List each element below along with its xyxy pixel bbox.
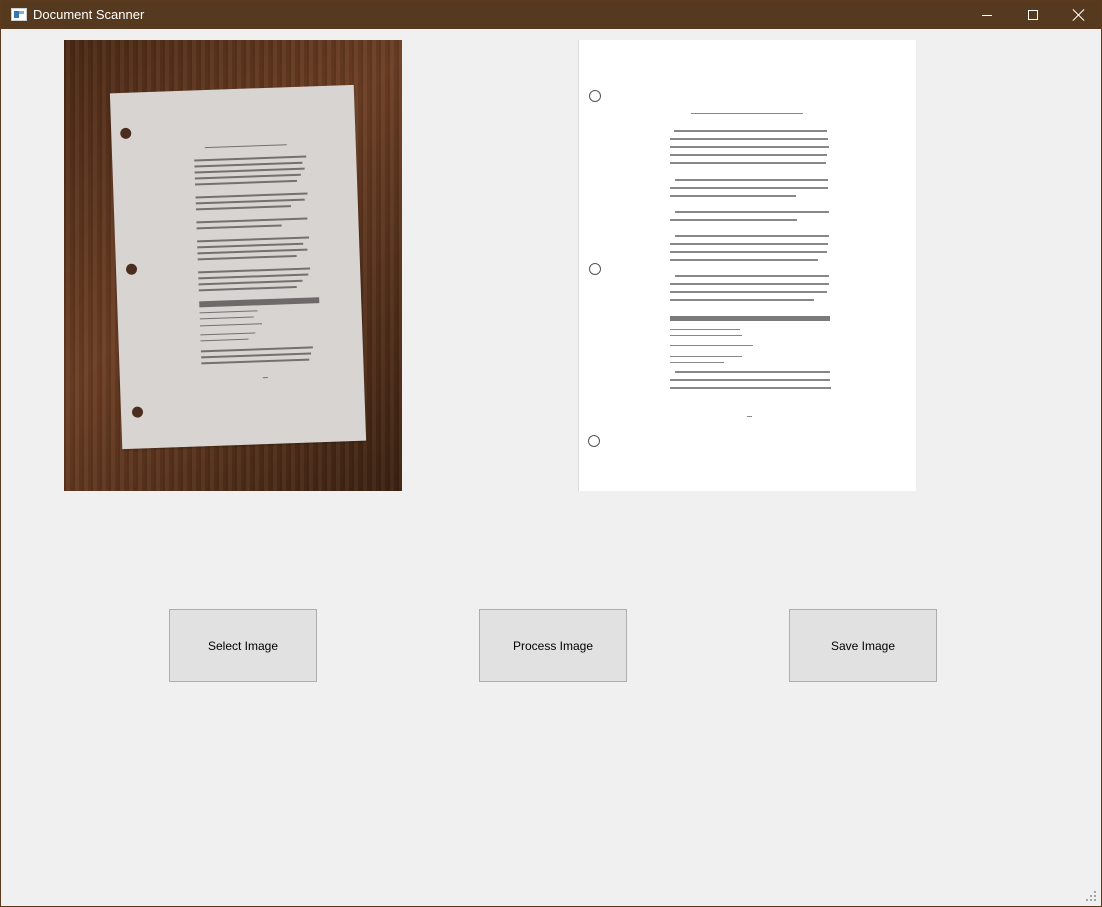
title-bar: Document Scanner bbox=[1, 1, 1101, 29]
binder-hole-icon bbox=[589, 90, 601, 102]
processed-image-preview bbox=[578, 40, 916, 491]
text-line bbox=[670, 251, 827, 253]
resize-grip-icon[interactable] bbox=[1086, 891, 1096, 901]
text-line bbox=[670, 387, 831, 389]
text-line bbox=[198, 279, 303, 286]
code-line bbox=[199, 310, 258, 314]
text-line bbox=[670, 243, 828, 245]
text-line bbox=[674, 130, 827, 132]
text-line bbox=[670, 138, 828, 140]
text-line bbox=[670, 259, 818, 261]
text-line bbox=[197, 242, 304, 249]
code-line bbox=[670, 356, 742, 357]
page-number-line bbox=[262, 377, 268, 379]
select-image-button[interactable]: Select Image bbox=[169, 609, 317, 682]
code-line bbox=[670, 345, 753, 346]
text-line bbox=[197, 248, 308, 255]
document-scanner-icon bbox=[11, 8, 27, 21]
text-line bbox=[675, 179, 828, 181]
binder-hole-icon bbox=[588, 435, 600, 447]
code-line bbox=[670, 329, 740, 330]
text-line bbox=[194, 167, 305, 174]
text-line bbox=[670, 219, 797, 221]
text-line bbox=[670, 379, 830, 381]
code-line bbox=[200, 323, 263, 327]
maximize-button[interactable] bbox=[1010, 1, 1056, 29]
text-line bbox=[195, 192, 308, 199]
original-image-preview bbox=[64, 40, 402, 491]
minimize-button[interactable] bbox=[964, 1, 1010, 29]
page-heading-line bbox=[691, 113, 803, 114]
page-heading-line bbox=[204, 144, 287, 149]
text-line bbox=[201, 358, 310, 365]
text-line bbox=[200, 346, 313, 353]
text-line bbox=[675, 371, 830, 373]
text-line bbox=[197, 236, 310, 243]
close-button[interactable] bbox=[1056, 1, 1102, 29]
binder-hole-icon bbox=[120, 127, 132, 140]
save-image-button[interactable]: Save Image bbox=[789, 609, 937, 682]
text-line bbox=[670, 283, 829, 285]
text-line bbox=[198, 273, 309, 280]
binder-hole-icon bbox=[589, 263, 601, 275]
text-line bbox=[670, 187, 828, 189]
code-header-bar bbox=[199, 297, 320, 308]
code-line bbox=[200, 338, 249, 342]
text-line bbox=[195, 179, 298, 186]
text-line bbox=[670, 291, 827, 293]
text-line bbox=[195, 205, 291, 211]
code-line bbox=[200, 332, 256, 336]
document-scanner-window: Document Scanner Select Image Process Im… bbox=[0, 0, 1102, 907]
text-line bbox=[197, 254, 297, 261]
photographed-document-page bbox=[109, 84, 367, 450]
text-line bbox=[675, 275, 829, 277]
code-line bbox=[670, 362, 724, 363]
code-header-bar bbox=[670, 316, 830, 321]
text-line bbox=[670, 299, 814, 301]
text-line bbox=[196, 217, 308, 224]
text-line bbox=[196, 224, 282, 230]
code-line bbox=[199, 316, 254, 320]
maximize-icon bbox=[1028, 10, 1038, 20]
code-line bbox=[670, 335, 742, 336]
text-line bbox=[670, 154, 827, 156]
text-line bbox=[670, 146, 829, 148]
text-line bbox=[194, 155, 307, 162]
close-icon bbox=[1073, 9, 1085, 21]
window-title: Document Scanner bbox=[33, 7, 145, 22]
text-line bbox=[194, 173, 301, 180]
text-line bbox=[198, 267, 311, 274]
text-line bbox=[201, 352, 312, 359]
page-number-line bbox=[747, 416, 752, 417]
binder-hole-icon bbox=[131, 406, 144, 418]
minimize-icon bbox=[982, 14, 992, 16]
text-line bbox=[194, 161, 303, 168]
text-line bbox=[675, 211, 829, 213]
binder-hole-icon bbox=[125, 263, 138, 275]
text-line bbox=[198, 285, 297, 292]
text-line bbox=[195, 198, 305, 205]
text-line bbox=[675, 235, 829, 237]
text-line bbox=[670, 162, 826, 164]
text-line bbox=[670, 195, 796, 197]
process-image-button[interactable]: Process Image bbox=[479, 609, 627, 682]
